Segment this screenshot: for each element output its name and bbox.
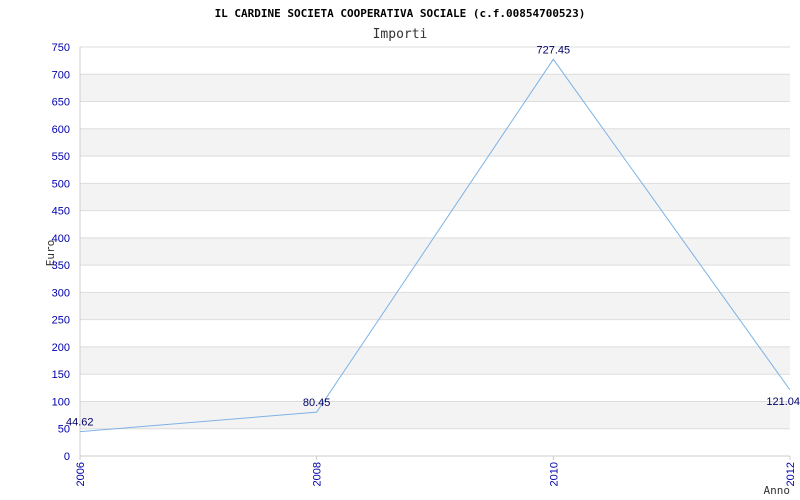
data-label: 44.62 bbox=[66, 417, 94, 429]
data-label: 121.04 bbox=[766, 396, 800, 408]
y-tick-label: 250 bbox=[52, 315, 70, 327]
chart-title: IL CARDINE SOCIETA COOPERATIVA SOCIALE (… bbox=[215, 7, 586, 20]
x-tick-label: 2006 bbox=[75, 462, 87, 486]
y-tick-label: 700 bbox=[52, 69, 70, 81]
grid-bands bbox=[80, 74, 790, 429]
y-tick-label: 600 bbox=[52, 124, 70, 136]
y-tick-label: 550 bbox=[52, 151, 70, 163]
y-tick-label: 750 bbox=[52, 42, 70, 54]
x-tick-label: 2010 bbox=[548, 462, 560, 486]
grid-band bbox=[80, 128, 790, 157]
line-chart: 0501001502002503003504004505005506006507… bbox=[44, 7, 800, 497]
x-tick-label: 2008 bbox=[312, 462, 324, 486]
y-tick-label: 200 bbox=[52, 342, 70, 354]
data-label: 727.45 bbox=[537, 44, 571, 56]
y-tick-label: 500 bbox=[52, 178, 70, 190]
grid-band bbox=[80, 346, 790, 375]
y-tick-label: 150 bbox=[52, 369, 70, 381]
grid-band bbox=[80, 292, 790, 320]
y-tick-label: 300 bbox=[52, 287, 70, 299]
y-tick-label: 450 bbox=[52, 206, 70, 218]
chart-subtitle: Importi bbox=[373, 27, 428, 42]
y-axis-label: Euro bbox=[44, 240, 57, 267]
y-tick-label: 100 bbox=[52, 396, 70, 408]
grid-band bbox=[80, 401, 790, 429]
grid-band bbox=[80, 183, 790, 211]
data-label: 80.45 bbox=[303, 397, 331, 409]
x-tick-label: 2012 bbox=[785, 462, 797, 486]
grid-band bbox=[80, 74, 790, 102]
y-tick-label: 650 bbox=[52, 97, 70, 109]
x-axis-label: Anno bbox=[764, 484, 791, 497]
y-tick-label: 0 bbox=[64, 451, 70, 463]
x-tick-labels: 2006 2008 2010 2012 bbox=[75, 456, 797, 486]
